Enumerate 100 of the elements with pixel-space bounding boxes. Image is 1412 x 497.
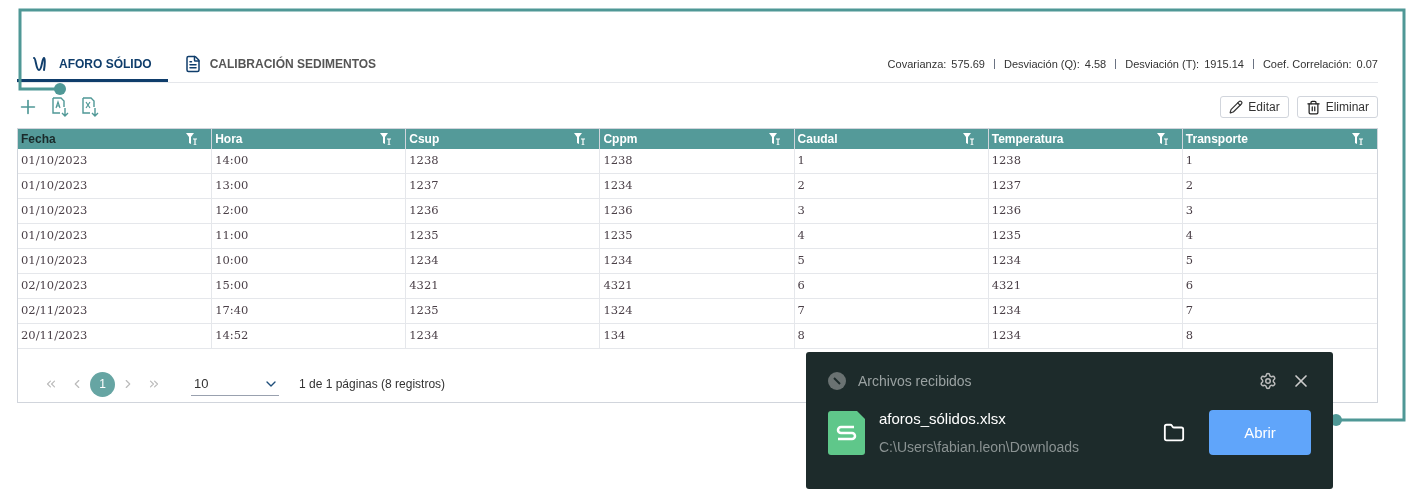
pencil-icon xyxy=(1229,100,1244,114)
table-cell: 1237 xyxy=(988,174,1183,198)
table-cell-text: 5 xyxy=(1184,252,1195,270)
filter-icon[interactable] xyxy=(1156,133,1168,145)
table-cell-text: 6 xyxy=(1184,277,1195,295)
column-header[interactable]: Hora xyxy=(215,130,243,148)
pagination-summary: 1 de 1 páginas (8 registros) xyxy=(299,376,446,393)
table-cell-text: 3 xyxy=(1184,202,1195,220)
table-cell: 1234 xyxy=(988,249,1183,273)
last-page-icon[interactable] xyxy=(147,377,161,391)
status-icon xyxy=(828,372,846,390)
table-cell: 1238 xyxy=(988,149,1183,173)
table-cell: 01/10/2023 xyxy=(18,199,213,223)
table-cell: 1 xyxy=(794,149,989,173)
table-cell: 1237 xyxy=(406,174,601,198)
filter-icon[interactable] xyxy=(380,133,392,145)
filter-icon[interactable] xyxy=(962,133,974,145)
column-header[interactable]: Cppm xyxy=(603,130,638,148)
table-cell: 6 xyxy=(794,274,989,298)
table-cell: 1236 xyxy=(600,199,795,223)
table-cell: 13:00 xyxy=(212,174,407,198)
table-cell: 2 xyxy=(794,174,989,198)
filter-icon[interactable] xyxy=(1352,133,1363,145)
stat-value: 0.07 xyxy=(1356,56,1378,72)
table-cell: 01/10/2023 xyxy=(18,174,213,198)
table-cell: 1235 xyxy=(406,224,601,248)
table-cell: 1234 xyxy=(988,324,1183,348)
column-header[interactable]: Csup xyxy=(409,130,440,148)
table-cell: 1235 xyxy=(988,224,1183,248)
table-cell: 01/10/2023 xyxy=(18,249,213,273)
settings-icon[interactable] xyxy=(1259,372,1277,390)
page-button[interactable]: 1 xyxy=(90,371,115,397)
stat-label: Coef. Correlación: xyxy=(1262,56,1352,72)
table-cell: 3 xyxy=(794,199,989,223)
table-cell: 02/10/2023 xyxy=(18,274,213,298)
table-cell: 4 xyxy=(794,224,989,248)
table-cell: 1235 xyxy=(406,299,601,323)
excel-download-icon[interactable] xyxy=(81,97,99,117)
table-cell: 1234 xyxy=(988,299,1183,323)
table-cell: 10:00 xyxy=(212,249,407,273)
stat-label: Desviación (Q): xyxy=(1003,56,1080,72)
tab[interactable]: CALIBRACIÓN SEDIMENTOS xyxy=(167,48,393,82)
filter-icon[interactable] xyxy=(186,133,198,145)
table-cell: 20/11/2023 xyxy=(18,324,213,348)
table-cell: 1234 xyxy=(406,324,601,348)
table-cell: 12:00 xyxy=(212,199,407,223)
tab[interactable]: AFORO SÓLIDO xyxy=(17,48,168,82)
column-header[interactable]: Temperatura xyxy=(991,130,1064,148)
folder-icon[interactable] xyxy=(1163,421,1185,444)
page-size-select[interactable]: 10 xyxy=(191,372,279,396)
action-button[interactable]: Editar xyxy=(1220,96,1289,118)
file-name: aforos_sólidos.xlsx xyxy=(879,409,1007,429)
table-cell: 14:00 xyxy=(212,149,407,173)
table-cell: 01/10/2023 xyxy=(18,224,213,248)
filter-icon[interactable] xyxy=(574,133,586,145)
table-cell: 1234 xyxy=(406,249,601,273)
table-cell: 5 xyxy=(794,249,989,273)
table-cell: 17:40 xyxy=(212,299,407,323)
table-cell: 02/11/2023 xyxy=(18,299,213,323)
table-cell: 4321 xyxy=(988,274,1183,298)
popup-title: Archivos recibidos xyxy=(858,371,972,391)
table-cell: 4321 xyxy=(406,274,601,298)
table-cell-text: 7 xyxy=(1184,302,1195,320)
table-cell: 8 xyxy=(794,324,989,348)
pdf-download-icon[interactable] xyxy=(51,97,69,117)
first-page-icon[interactable] xyxy=(44,377,58,391)
table-cell-text: 2 xyxy=(1184,177,1195,195)
table-cell: 1238 xyxy=(406,149,601,173)
stat-value: 1915.14 xyxy=(1204,56,1244,72)
table-cell: 01/10/2023 xyxy=(18,149,213,173)
table-cell: 134 xyxy=(600,324,795,348)
table-cell-text: 8 xyxy=(1184,327,1195,345)
column-header[interactable]: Transporte xyxy=(1185,130,1248,148)
table-cell: 1236 xyxy=(406,199,601,223)
spreadsheet-file-icon xyxy=(828,410,865,455)
stat-value: 575.69 xyxy=(951,56,985,72)
table-cell: 7 xyxy=(794,299,989,323)
stat-label: Covarianza: xyxy=(887,56,947,72)
table-cell: 1324 xyxy=(600,299,795,323)
file-path: C:\Users\fabian.leon\Downloads xyxy=(879,437,1079,457)
table-cell: 14:52 xyxy=(212,324,407,348)
table-cell: 4321 xyxy=(600,274,795,298)
stat-value: 4.58 xyxy=(1084,56,1107,72)
table-cell: 15:00 xyxy=(212,274,407,298)
action-button[interactable]: Eliminar xyxy=(1296,96,1378,118)
table-cell: 1238 xyxy=(600,149,795,173)
table-cell: 1234 xyxy=(600,174,795,198)
column-header[interactable]: Caudal xyxy=(797,130,838,148)
table-cell: 1235 xyxy=(600,224,795,248)
stat-label: Desviación (T): xyxy=(1125,56,1200,72)
table-cell: 1236 xyxy=(988,199,1183,223)
table-cell-text: 4 xyxy=(1184,227,1195,245)
trash-icon xyxy=(1305,99,1321,115)
table-cell-text: 1 xyxy=(1184,152,1195,170)
document-icon xyxy=(183,54,202,73)
table-cell: 11:00 xyxy=(212,224,407,248)
column-header[interactable]: Fecha xyxy=(21,130,56,148)
table-cell: 1234 xyxy=(600,249,795,273)
open-button[interactable]: Abrir xyxy=(1209,410,1311,456)
filter-icon[interactable] xyxy=(768,133,780,145)
